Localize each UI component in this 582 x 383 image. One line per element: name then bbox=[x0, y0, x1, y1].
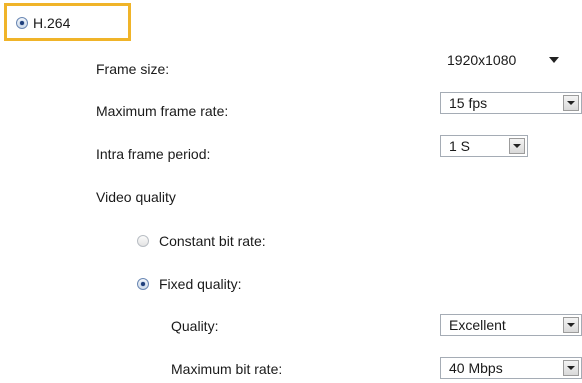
intra-frame-period-select[interactable]: 1 S bbox=[440, 135, 528, 157]
constant-bit-rate-label: Constant bit rate: bbox=[159, 233, 266, 249]
chevron-down-icon bbox=[549, 57, 559, 63]
max-bit-rate-label: Maximum bit rate: bbox=[171, 361, 283, 377]
fixed-quality-option[interactable]: Fixed quality: bbox=[137, 276, 241, 292]
codec-label: H.264 bbox=[33, 15, 71, 31]
max-bit-rate-value: 40 Mbps bbox=[449, 360, 503, 376]
constant-bit-rate-radio-icon[interactable] bbox=[137, 235, 149, 247]
h264-radio-icon[interactable] bbox=[16, 17, 28, 29]
chevron-down-icon[interactable] bbox=[563, 95, 579, 111]
constant-bit-rate-option[interactable]: Constant bit rate: bbox=[137, 233, 266, 249]
quality-value: Excellent bbox=[449, 317, 506, 333]
codec-option-h264[interactable]: H.264 bbox=[16, 15, 70, 31]
frame-size-select[interactable]: 1920x1080 bbox=[440, 49, 566, 71]
intra-frame-period-label: Intra frame period: bbox=[96, 146, 211, 162]
fixed-quality-label: Fixed quality: bbox=[159, 276, 242, 292]
chevron-down-icon[interactable] bbox=[509, 138, 525, 154]
max-frame-rate-label: Maximum frame rate: bbox=[96, 103, 229, 119]
frame-size-value: 1920x1080 bbox=[447, 52, 517, 68]
quality-label: Quality: bbox=[171, 318, 219, 334]
quality-select[interactable]: Excellent bbox=[440, 314, 582, 336]
fixed-quality-radio-icon[interactable] bbox=[137, 278, 149, 290]
chevron-down-icon[interactable] bbox=[563, 360, 579, 376]
max-frame-rate-select[interactable]: 15 fps bbox=[440, 92, 582, 114]
frame-size-label: Frame size: bbox=[96, 61, 170, 77]
max-frame-rate-value: 15 fps bbox=[449, 95, 488, 111]
video-quality-heading: Video quality bbox=[96, 189, 176, 205]
chevron-down-icon[interactable] bbox=[563, 317, 579, 333]
max-bit-rate-select[interactable]: 40 Mbps bbox=[440, 357, 582, 379]
intra-frame-period-value: 1 S bbox=[449, 138, 471, 154]
